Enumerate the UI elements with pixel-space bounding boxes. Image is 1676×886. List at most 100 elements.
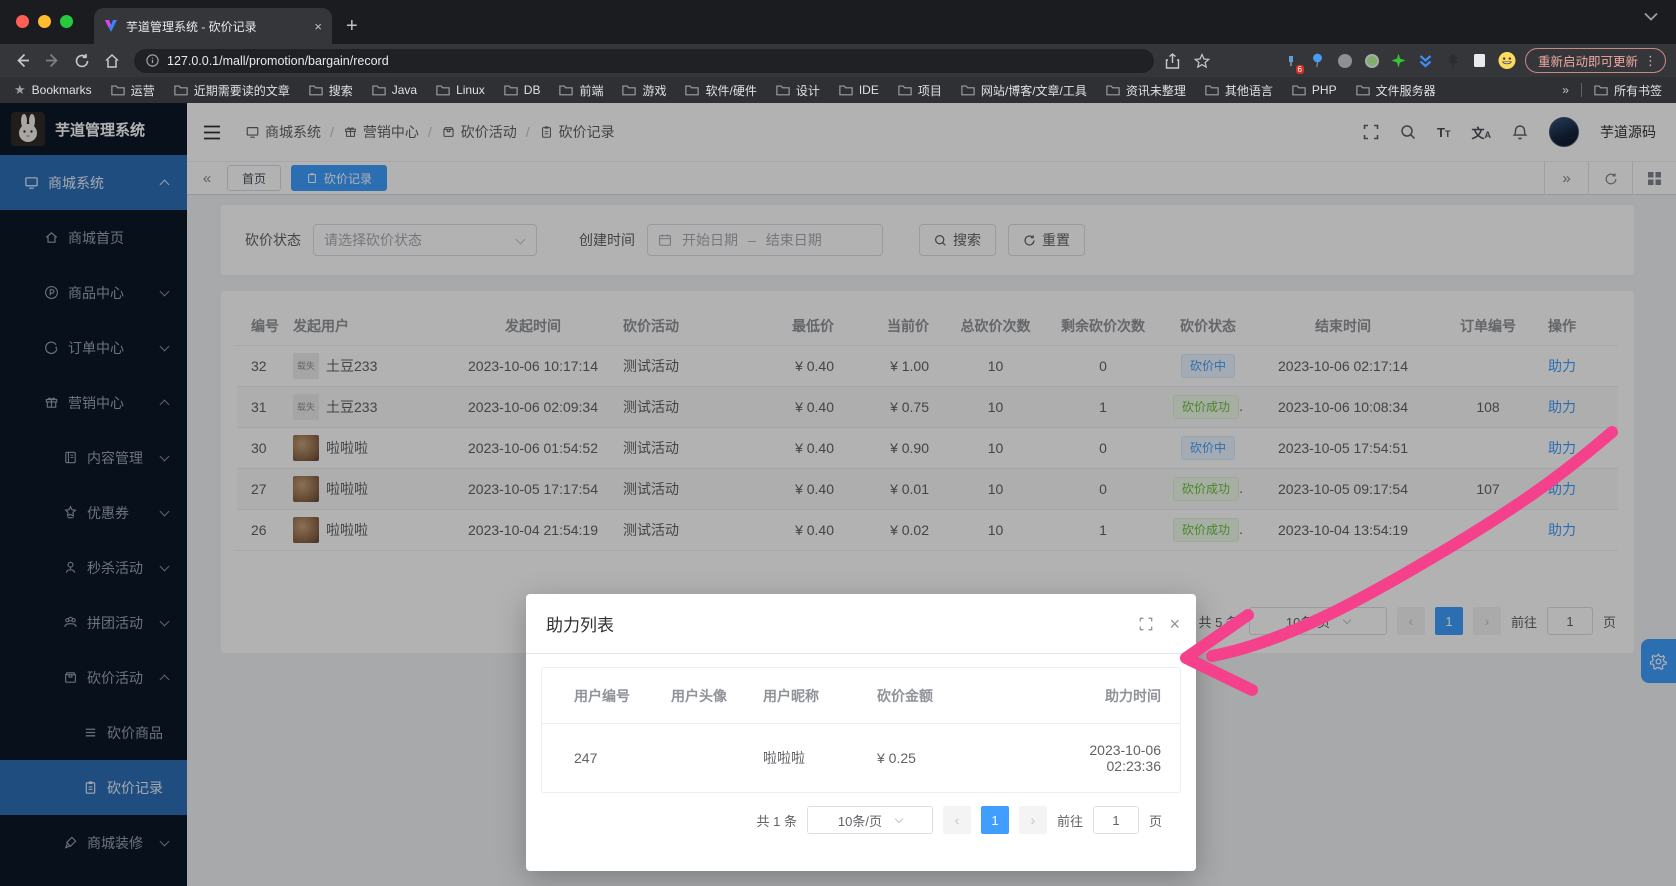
reload-icon[interactable]: [70, 49, 94, 73]
bookmark-label: 运营: [131, 82, 155, 99]
dialog-title: 助力列表: [546, 611, 614, 636]
bookmark-label: PHP: [1312, 83, 1337, 97]
extension-balloon-icon[interactable]: [1309, 52, 1327, 70]
page-1-button[interactable]: 1: [981, 806, 1009, 834]
bookmarks-star-icon: ★: [14, 82, 26, 98]
bookmark-label: Linux: [456, 83, 485, 97]
bookmarks-bar: ★Bookmarks 运营 近期需要读的文章 搜索 Java Linux DB …: [0, 77, 1676, 103]
bookmark-folder[interactable]: 设计: [776, 82, 820, 99]
bookmark-label: 游戏: [642, 82, 666, 99]
bookmark-star-icon[interactable]: [1190, 49, 1214, 73]
goto-page-input[interactable]: [1093, 806, 1139, 834]
all-bookmarks-label: 所有书签: [1614, 82, 1662, 99]
extension-chevrons-icon[interactable]: [1417, 52, 1435, 70]
assist-table-header: 用户编号 用户头像 用户昵称 砍价金额 助力时间: [542, 668, 1180, 724]
window-controls[interactable]: [16, 15, 73, 28]
new-tab-button[interactable]: +: [346, 8, 358, 44]
page-size-value: 10条/页: [838, 811, 882, 830]
bookmark-folder[interactable]: Linux: [436, 83, 485, 97]
bookmark-folder[interactable]: 搜索: [309, 82, 353, 99]
assist-table-row: 247 啦啦啦 ¥ 0.25 2023-10-06 02:23:36: [542, 724, 1180, 792]
dialog-header: 助力列表 ×: [526, 594, 1196, 654]
cell-user-id: 247: [542, 750, 671, 766]
bookmark-label: Java: [392, 83, 417, 97]
bookmark-label: 近期需要读的文章: [194, 82, 290, 99]
site-favicon: [104, 19, 118, 33]
bookmark-folder[interactable]: DB: [504, 83, 541, 97]
close-window-button[interactable]: [16, 15, 29, 28]
profile-avatar-emoji[interactable]: [1498, 52, 1516, 70]
browser-tabstrip: 芋道管理系统 - 砍价记录 × +: [0, 0, 1676, 44]
bookmark-label: 设计: [796, 82, 820, 99]
dialog-fullscreen-icon[interactable]: [1139, 617, 1153, 631]
back-icon[interactable]: [10, 49, 34, 73]
page-size-select[interactable]: 10条/页: [807, 806, 933, 834]
home-icon[interactable]: [100, 49, 124, 73]
goto-label: 前往: [1057, 811, 1083, 830]
browser-toolbar: 127.0.0.1/mall/promotion/bargain/record …: [0, 44, 1676, 77]
extension-gray-icon[interactable]: [1336, 52, 1354, 70]
bookmark-folder[interactable]: 前端: [559, 82, 603, 99]
bookmark-folder[interactable]: IDE: [839, 83, 879, 97]
bookmarks-root-label: Bookmarks: [32, 83, 92, 97]
bookmark-label: 软件/硬件: [705, 82, 756, 99]
bookmark-label: 搜索: [329, 82, 353, 99]
maximize-window-button[interactable]: [60, 15, 73, 28]
browser-tab[interactable]: 芋道管理系统 - 砍价记录 ×: [94, 8, 332, 44]
all-bookmarks[interactable]: 所有书签: [1594, 82, 1662, 99]
extension-panel-icon[interactable]: [1471, 52, 1489, 70]
bookmark-folder[interactable]: Java: [372, 83, 417, 97]
page-unit-label: 页: [1149, 811, 1162, 830]
bookmarks-divider: [1581, 83, 1582, 97]
forward-icon[interactable]: [40, 49, 64, 73]
extension-green-icon[interactable]: [1363, 52, 1381, 70]
extension-pin-icon[interactable]: 6: [1282, 52, 1300, 70]
bookmark-label: 项目: [918, 82, 942, 99]
close-tab-icon[interactable]: ×: [314, 19, 322, 34]
bookmark-label: 网站/博客/文章/工具: [981, 82, 1087, 99]
bookmark-folder[interactable]: 运营: [111, 82, 155, 99]
pagination-total: 共 1 条: [757, 811, 797, 830]
window-chevron-icon[interactable]: [1644, 12, 1658, 21]
next-page-button[interactable]: ›: [1019, 806, 1047, 834]
bookmark-label: 文件服务器: [1376, 82, 1436, 99]
toolbar-extensions: 6 重新启动即可更新 ⋮: [1282, 48, 1666, 73]
dialog-close-icon[interactable]: ×: [1169, 615, 1180, 633]
bookmark-label: DB: [524, 83, 541, 97]
bookmark-label: 前端: [579, 82, 603, 99]
bookmark-folder[interactable]: 近期需要读的文章: [174, 82, 290, 99]
browser-update-label: 重新启动即可更新: [1538, 51, 1638, 70]
browser-update-button[interactable]: 重新启动即可更新 ⋮: [1525, 48, 1666, 73]
col-user-avatar: 用户头像: [671, 686, 763, 706]
chevron-down-icon: [895, 814, 903, 822]
share-icon[interactable]: [1160, 49, 1184, 73]
bookmark-folder[interactable]: 文件服务器: [1356, 82, 1436, 99]
assist-table: 用户编号 用户头像 用户昵称 砍价金额 助力时间 247 啦啦啦 ¥ 0.25 …: [541, 667, 1181, 793]
bookmark-folder[interactable]: 项目: [898, 82, 942, 99]
bookmarks-root[interactable]: ★ Bookmarks: [14, 82, 92, 98]
col-user-id: 用户编号: [542, 686, 671, 706]
bookmark-folder[interactable]: 其他语言: [1205, 82, 1273, 99]
bookmark-folder[interactable]: 游戏: [622, 82, 666, 99]
cell-user-nickname: 啦啦啦: [763, 748, 877, 768]
bookmark-folder[interactable]: 网站/博客/文章/工具: [961, 82, 1087, 99]
bookmark-folder[interactable]: 资讯未整理: [1106, 82, 1186, 99]
bookmarks-overflow-chevron[interactable]: »: [1562, 83, 1569, 97]
cell-bargain-amount: ¥ 0.25: [877, 750, 1044, 766]
address-bar[interactable]: 127.0.0.1/mall/promotion/bargain/record: [134, 49, 1154, 73]
col-user-nickname: 用户昵称: [763, 686, 877, 706]
app-viewport: 芋道管理系统 商城系统 商城首页 商品中心 订单中心 营销中心: [0, 103, 1676, 886]
extension-star-icon[interactable]: [1390, 52, 1408, 70]
url-text: 127.0.0.1/mall/promotion/bargain/record: [167, 54, 389, 68]
browser-tab-title: 芋道管理系统 - 砍价记录: [126, 18, 306, 35]
page-info-icon[interactable]: [146, 54, 159, 67]
assist-list-dialog: 助力列表 × 用户编号 用户头像 用户昵称 砍价金额 助力时间 247 啦啦啦 …: [526, 594, 1196, 871]
browser-menu-kebab-icon[interactable]: ⋮: [1644, 53, 1657, 69]
extension-dark-icon[interactable]: [1444, 52, 1462, 70]
prev-page-button[interactable]: ‹: [943, 806, 971, 834]
minimize-window-button[interactable]: [38, 15, 51, 28]
bookmark-folder[interactable]: 软件/硬件: [685, 82, 756, 99]
extension-badge: 6: [1296, 65, 1304, 74]
cell-assist-time: 2023-10-06 02:23:36: [1044, 742, 1180, 774]
bookmark-folder[interactable]: PHP: [1292, 83, 1337, 97]
